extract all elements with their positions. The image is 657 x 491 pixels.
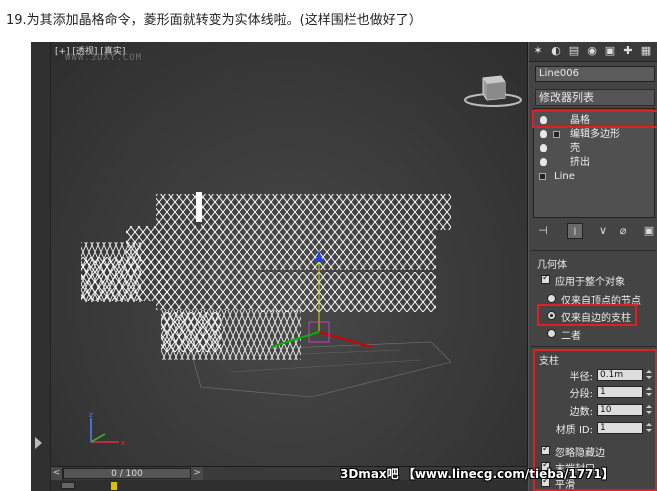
command-panel: ✶ ◐ ▤ ◉ ▣ ✚ ▦ Line006 修改器列表 晶格 编辑多边形 壳 挤…: [528, 42, 657, 491]
stack-item-edit-poly[interactable]: 编辑多边形: [534, 128, 654, 141]
object-name-field[interactable]: Line006: [535, 66, 655, 82]
radius-label: 半径:: [569, 372, 593, 383]
next-frame-button[interactable]: >: [191, 467, 203, 480]
time-slider[interactable]: 0 / 100: [63, 468, 191, 479]
bulb-icon[interactable]: [540, 144, 547, 152]
segments-label: 分段:: [569, 389, 593, 400]
3dsmax-window: [+] [透视] [真实] WWW.3DXY.COM z x < 0 / 100…: [31, 42, 657, 491]
segments-spinner[interactable]: 1: [597, 386, 643, 398]
key-marker: [111, 482, 117, 490]
modify-tab-icon[interactable]: ◐: [549, 44, 563, 58]
make-unique-icon[interactable]: ∨: [595, 223, 611, 239]
nodes-only-label: 仅来自顶点的节点: [561, 296, 641, 307]
sides-spinner[interactable]: 10: [597, 404, 643, 416]
axis-tripod-icon: z x: [89, 411, 125, 447]
forum-watermark: 3Dmax吧 【www.linecg.com/tieba/1771】: [340, 467, 614, 481]
ignore-hidden-label: 忽略隐藏边: [555, 448, 605, 459]
panel-extra-icon[interactable]: ▦: [639, 44, 653, 58]
stack-item-shell[interactable]: 壳: [534, 142, 654, 155]
site-watermark: WWW.3DXY.COM: [65, 53, 143, 63]
stack-item-extrude[interactable]: 挤出: [534, 156, 654, 169]
left-toolbar-strip: [31, 42, 51, 491]
create-tab-icon[interactable]: ✶: [531, 44, 545, 58]
geometry-rollout-title[interactable]: 几何体: [537, 256, 567, 271]
stack-item-line[interactable]: Line: [534, 170, 654, 183]
motion-tab-icon[interactable]: ◉: [585, 44, 599, 58]
show-end-result-icon[interactable]: ⏽: [567, 223, 583, 239]
sides-label: 边数:: [569, 407, 593, 418]
struts-only-radio[interactable]: [547, 311, 556, 320]
nodes-only-radio[interactable]: [547, 294, 556, 303]
spinner-arrows-icon[interactable]: [646, 422, 652, 434]
remove-modifier-icon[interactable]: ⌀: [615, 223, 631, 239]
tutorial-caption: 19.为其添加晶格命令，菱形面就转变为实体线啦。(这样围栏也做好了）: [6, 13, 422, 28]
radius-spinner[interactable]: 0.1m: [597, 369, 643, 381]
hierarchy-tab-icon[interactable]: ▤: [567, 44, 581, 58]
expand-arrow-icon[interactable]: [35, 437, 42, 449]
rollout-divider: [531, 250, 656, 251]
viewcube-icon[interactable]: [463, 72, 523, 108]
configure-sets-icon[interactable]: ▣: [641, 223, 657, 239]
expand-icon[interactable]: [553, 131, 560, 138]
trackbar-toggle-button[interactable]: [61, 482, 75, 489]
spinner-arrows-icon[interactable]: [646, 404, 652, 416]
ignore-hidden-checkbox[interactable]: [541, 444, 550, 455]
modifier-list-dropdown[interactable]: 修改器列表: [535, 89, 655, 106]
utilities-tab-icon[interactable]: ✚: [621, 44, 635, 58]
spinner-arrows-icon[interactable]: [646, 386, 652, 398]
bulb-icon[interactable]: [540, 116, 547, 124]
stack-item-lattice[interactable]: 晶格: [532, 110, 657, 128]
svg-text:x: x: [121, 439, 125, 447]
display-tab-icon[interactable]: ▣: [603, 44, 617, 58]
material-id-spinner[interactable]: 1: [597, 422, 643, 434]
modifier-stack: 晶格 编辑多边形 壳 挤出 Line: [532, 108, 657, 218]
struts-rollout-title[interactable]: 支柱: [539, 352, 559, 367]
spinner-arrows-icon[interactable]: [646, 369, 652, 381]
svg-text:z: z: [89, 411, 93, 419]
fence-lattice-mesh[interactable]: [71, 182, 451, 412]
stack-toolbar: ⊣ ⏽ ∨ ⌀ ▣: [533, 222, 657, 240]
rollout-divider: [531, 346, 656, 347]
both-radio[interactable]: [547, 329, 556, 338]
apply-all-checkbox[interactable]: [541, 273, 550, 284]
both-label: 二者: [561, 331, 581, 342]
material-id-label: 材质 ID:: [555, 425, 593, 436]
bulb-icon[interactable]: [540, 130, 547, 138]
highlight-box-lattice: [532, 110, 657, 128]
perspective-viewport[interactable]: [+] [透视] [真实] WWW.3DXY.COM z x: [51, 42, 528, 466]
bulb-icon[interactable]: [540, 158, 547, 166]
command-panel-tabs: ✶ ◐ ▤ ◉ ▣ ✚ ▦: [529, 42, 657, 62]
expand-icon[interactable]: [539, 173, 546, 180]
apply-all-label: 应用于整个对象: [555, 277, 625, 288]
pin-stack-icon[interactable]: ⊣: [535, 223, 551, 239]
prev-frame-button[interactable]: <: [51, 467, 63, 480]
struts-only-label: 仅来自边的支柱: [561, 313, 631, 324]
